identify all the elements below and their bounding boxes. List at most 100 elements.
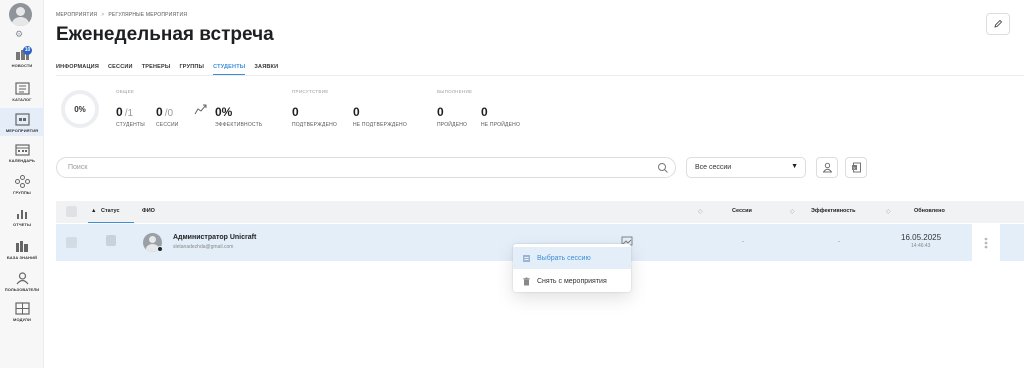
news-badge: 10 (23, 46, 32, 55)
export-excel-button[interactable]: X (845, 157, 867, 178)
tab-groups[interactable]: ГРУППЫ (179, 64, 204, 75)
sessions-count: 0 (156, 105, 163, 119)
sessions-value: - (742, 239, 744, 245)
user-avatar[interactable] (9, 3, 32, 26)
excel-icon: X (851, 162, 861, 173)
column-updated[interactable]: Обновлено (914, 208, 945, 214)
passed-count: 0 (437, 105, 444, 119)
sessions-label: СЕССИИ (156, 122, 179, 128)
search-placeholder: Поиск (68, 164, 88, 171)
column-sessions[interactable]: Сессии (732, 208, 752, 214)
efficiency-stat: 0% ЭФФЕКТИВНОСТЬ (215, 103, 262, 128)
sidebar-item-label: БАЗА ЗНАНИЙ (6, 255, 38, 260)
sidebar-item-label: ОТЧЕТЫ (13, 222, 31, 227)
sidebar-item-users[interactable]: ПОЛЬЗОВАТЕЛИ (0, 272, 44, 292)
sidebar-item-label: ГРУППЫ (13, 190, 31, 195)
students-stat: 0/1 СТУДЕНТЫ (116, 103, 145, 128)
breadcrumb-separator: > (101, 12, 105, 18)
sidebar-item-modules[interactable]: МОДУЛИ (0, 302, 44, 322)
sidebar-item-knowledge-base[interactable]: БАЗА ЗНАНИЙ (0, 240, 44, 260)
general-label: ОБЩЕЕ (116, 89, 135, 94)
passed-stat: 0 ПРОЙДЕНО (437, 103, 467, 128)
sidebar-item-label: МОДУЛИ (13, 317, 31, 322)
row-actions-menu-button[interactable] (972, 224, 1000, 261)
table-header: ▲ Статус ФИО ◇ Сессии ◇ Эффективность ◇ … (56, 201, 1024, 223)
calendar-icon (14, 144, 30, 156)
sidebar-item-label: КАТАЛОГ (12, 97, 32, 102)
reports-icon (16, 210, 27, 219)
sidebar-item-label: ПОЛЬЗОВАТЕЛИ (4, 287, 40, 292)
tab-sessions[interactable]: СЕССИИ (108, 64, 133, 75)
add-student-button[interactable] (816, 157, 838, 178)
app-root: ⚙ 10 НОВОСТИ КАТАЛОГ МЕРОПРИЯТИЯ КАЛЕНДА… (0, 0, 1024, 368)
students-total: /1 (124, 108, 134, 119)
catalog-icon (14, 82, 30, 95)
updated-date: 16.05.2025 (901, 233, 942, 242)
column-efficiency[interactable]: Эффективность (811, 208, 855, 214)
search-input[interactable]: Поиск (56, 157, 676, 178)
sidebar-item-reports[interactable]: ОТЧЕТЫ (0, 207, 44, 227)
events-icon (14, 113, 30, 126)
row-checkbox[interactable] (66, 237, 77, 248)
students-label: СТУДЕНТЫ (116, 122, 145, 128)
session-filter-select[interactable]: Все сессии ▼ (686, 157, 806, 178)
modules-icon (14, 302, 30, 315)
kebab-icon (984, 237, 988, 248)
status-icon (106, 235, 116, 246)
tab-trainers[interactable]: ТРЕНЕРЫ (142, 64, 171, 75)
student-email: sletanadezhda@gmail.com (173, 244, 234, 250)
user-add-icon (822, 162, 832, 173)
trash-icon (523, 277, 530, 285)
main-content: МЕРОПРИЯТИЯ > РЕГУЛЯРНЫЕ МЕРОПРИЯТИЯ Ежене… (44, 0, 1024, 368)
column-name[interactable]: ФИО (142, 208, 155, 214)
unconfirmed-stat: 0 НЕ ПОДТВЕРЖДЕНО (353, 103, 407, 128)
attendance-label: ПРИСУТСТВИЕ (292, 89, 329, 94)
menu-item-remove-from-event[interactable]: Снять с мероприятия (513, 270, 631, 292)
tab-students[interactable]: СТУДЕНТЫ (213, 64, 246, 75)
tab-information[interactable]: ИНФОРМАЦИЯ (56, 64, 99, 75)
not-passed-count: 0 (481, 105, 488, 119)
edit-button[interactable] (986, 13, 1010, 35)
tabs-divider (56, 75, 1024, 76)
status-column-underline (88, 222, 134, 223)
sidebar: ⚙ 10 НОВОСТИ КАТАЛОГ МЕРОПРИЯТИЯ КАЛЕНДА… (0, 0, 44, 368)
menu-item-select-session[interactable]: Выбрать сессию (513, 247, 631, 269)
column-status[interactable]: Статус (101, 208, 120, 214)
efficiency-trend-icon (194, 104, 207, 115)
page-title: Еженедельная встреча (56, 24, 274, 45)
svg-text:X: X (853, 165, 856, 170)
gear-icon[interactable]: ⚙ (15, 29, 23, 40)
sidebar-item-events[interactable]: МЕРОПРИЯТИЯ (0, 108, 44, 136)
search-icon[interactable] (657, 162, 669, 174)
tab-bar: ИНФОРМАЦИЯ СЕССИИ ТРЕНЕРЫ ГРУППЫ СТУДЕНТ… (56, 64, 287, 75)
select-all-checkbox[interactable] (66, 206, 77, 217)
session-filter-value: Все сессии (695, 164, 732, 171)
efficiency-value: 0% (215, 105, 233, 119)
sort-icon[interactable]: ◇ (698, 208, 703, 215)
sort-icon[interactable]: ◇ (790, 208, 795, 215)
sidebar-item-calendar[interactable]: КАЛЕНДАРЬ (0, 143, 44, 163)
sidebar-item-catalog[interactable]: КАТАЛОГ (0, 82, 44, 102)
session-icon (523, 254, 530, 262)
tab-applications[interactable]: ЗАЯВКИ (254, 64, 278, 75)
student-name[interactable]: Администратор Unicraft (173, 234, 256, 241)
students-count: 0 (116, 105, 123, 119)
sidebar-item-news[interactable]: 10 НОВОСТИ (0, 46, 44, 68)
breadcrumb-events[interactable]: МЕРОПРИЯТИЯ (56, 12, 97, 18)
breadcrumb: МЕРОПРИЯТИЯ > РЕГУЛЯРНЫЕ МЕРОПРИЯТИЯ (56, 12, 187, 18)
efficiency-value: - (838, 239, 840, 245)
sidebar-item-groups[interactable]: ГРУППЫ (0, 175, 44, 195)
confirmed-stat: 0 ПОДТВЕРЖДЕНО (292, 103, 337, 128)
users-icon (16, 272, 28, 285)
dropdown-caret-icon: ▼ (791, 163, 798, 170)
confirmed-count: 0 (292, 105, 299, 119)
passed-label: ПРОЙДЕНО (437, 122, 468, 128)
unconfirmed-count: 0 (353, 105, 360, 119)
completion-label: ВЫПОЛНЕНИЕ (437, 89, 473, 94)
breadcrumb-regular-events[interactable]: РЕГУЛЯРНЫЕ МЕРОПРИЯТИЯ (108, 12, 187, 18)
menu-item-label: Выбрать сессию (537, 254, 591, 262)
unconfirmed-label: НЕ ПОДТВЕРЖДЕНО (353, 122, 407, 128)
sort-icon[interactable]: ◇ (886, 208, 891, 215)
sort-status-icon[interactable]: ▲ (91, 208, 96, 214)
sessions-total: /0 (164, 108, 174, 119)
